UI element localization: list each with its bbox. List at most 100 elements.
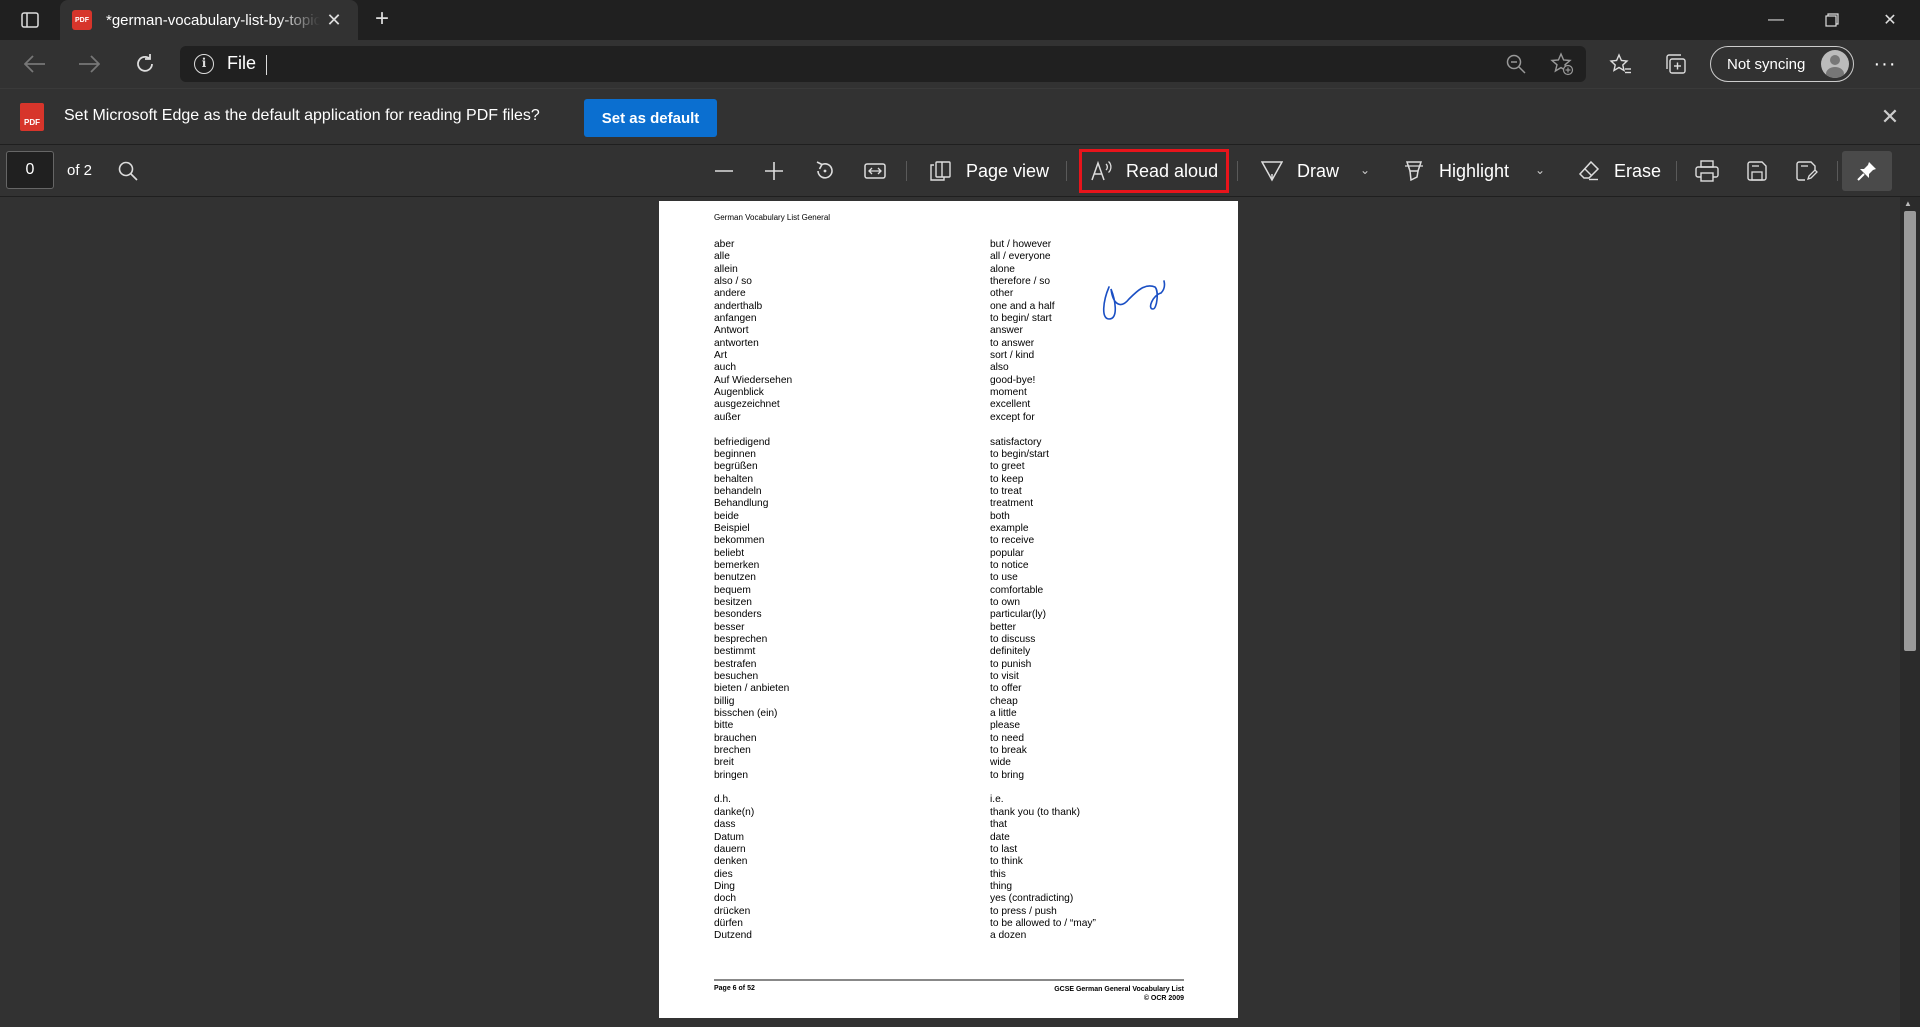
- toolbar-separator: [906, 161, 907, 181]
- address-bar[interactable]: i File: [180, 46, 1586, 82]
- active-tab[interactable]: PDF *german-vocabulary-list-by-topic ✕: [60, 0, 358, 40]
- vocab-entry: both: [990, 510, 1010, 522]
- vocab-entry: besser: [714, 621, 745, 633]
- toolbar-separator: [1237, 161, 1238, 181]
- draw-icon[interactable]: [1258, 157, 1286, 185]
- highlight-icon[interactable]: [1400, 157, 1428, 185]
- default-app-infobar: PDF Set Microsoft Edge as the default ap…: [0, 88, 1920, 145]
- page-footer-number: Page 6 of 52: [714, 985, 755, 992]
- save-icon[interactable]: [1743, 157, 1771, 185]
- page-view-button[interactable]: Page view: [966, 161, 1049, 182]
- vocab-entry: to think: [990, 856, 1023, 868]
- profile-sync-button[interactable]: Not syncing: [1710, 46, 1854, 82]
- vocab-entry: auch: [714, 362, 737, 374]
- vocab-entry: moment: [990, 387, 1027, 399]
- vocab-entry: to treat: [990, 485, 1022, 497]
- draw-options-chevron-icon[interactable]: ⌄: [1360, 163, 1370, 177]
- print-icon[interactable]: [1693, 157, 1721, 185]
- tab-actions-icon: [21, 12, 39, 28]
- page-total-label: of 2: [67, 162, 93, 179]
- vocab-entry: Art: [714, 350, 728, 362]
- tab-actions-button[interactable]: [10, 6, 50, 34]
- page-number-input[interactable]: [6, 151, 54, 189]
- vocab-entry: behalten: [714, 473, 754, 485]
- read-aloud-icon[interactable]: [1088, 157, 1116, 185]
- settings-more-button[interactable]: ···: [1868, 48, 1902, 80]
- vocab-entry: doch: [714, 893, 737, 905]
- vocab-entry: date: [990, 831, 1010, 843]
- vocab-entry: also / so: [714, 276, 752, 288]
- vocab-entry: billig: [714, 695, 735, 707]
- vertical-scrollbar[interactable]: ▲: [1900, 197, 1920, 1027]
- highlight-button[interactable]: Highlight: [1439, 161, 1509, 182]
- vocab-entry: Auf Wiedersehen: [714, 374, 793, 386]
- pin-toolbar-button[interactable]: [1842, 151, 1892, 191]
- vocab-entry: except for: [990, 411, 1035, 423]
- vocab-entry: Dutzend: [714, 930, 752, 942]
- fit-to-width-icon[interactable]: [861, 157, 889, 185]
- tab-close-icon[interactable]: ✕: [324, 10, 344, 30]
- rotate-icon[interactable]: [811, 157, 839, 185]
- address-text: File: [227, 53, 257, 73]
- zoom-in-button[interactable]: [760, 157, 788, 185]
- add-favorite-icon[interactable]: [1550, 52, 1574, 76]
- vocab-entry: danke(n): [714, 806, 755, 818]
- infobar-close-icon[interactable]: ✕: [1878, 105, 1902, 129]
- forward-arrow-icon: [79, 55, 100, 73]
- scroll-up-arrow-icon[interactable]: ▲: [1904, 199, 1912, 208]
- back-arrow-icon: [24, 55, 45, 73]
- english-translation-column: but / however all / everyone alone therefor…: [990, 239, 1096, 943]
- vocab-entry: cheap: [990, 695, 1018, 707]
- vocab-entry: to notice: [990, 559, 1029, 571]
- vocab-entry: to be allowed to / “may”: [990, 917, 1096, 929]
- save-as-icon[interactable]: [1793, 157, 1821, 185]
- vocab-entry: satisfactory: [990, 436, 1042, 448]
- footer-title-line: GCSE German General Vocabulary List: [1054, 986, 1184, 993]
- highlight-options-chevron-icon[interactable]: ⌄: [1535, 163, 1545, 177]
- zoom-out-button[interactable]: [710, 157, 738, 185]
- vocab-entry: Behandlung: [714, 498, 769, 510]
- scrollbar-thumb[interactable]: [1904, 211, 1916, 651]
- forward-button[interactable]: [72, 48, 106, 80]
- collections-button[interactable]: [1659, 48, 1693, 80]
- vocab-entry: sort / kind: [990, 350, 1035, 362]
- vocab-entry: excellent: [990, 399, 1031, 411]
- refresh-button[interactable]: [128, 48, 162, 80]
- vocab-entry: bemerken: [714, 559, 760, 571]
- back-button[interactable]: [18, 48, 52, 80]
- find-icon[interactable]: [114, 157, 142, 185]
- collections-icon: [1666, 54, 1686, 74]
- site-info-icon[interactable]: i: [194, 54, 214, 74]
- vocab-entry: that: [990, 819, 1007, 831]
- vocab-entry: therefore / so: [990, 276, 1051, 288]
- vocab-entry: bringen: [714, 769, 748, 781]
- minimize-button[interactable]: —: [1748, 0, 1804, 40]
- vocab-entry: besonders: [714, 609, 762, 621]
- eraser-icon[interactable]: [1575, 157, 1603, 185]
- close-window-button[interactable]: ✕: [1862, 0, 1918, 40]
- favorites-button[interactable]: [1604, 48, 1638, 80]
- vocab-entry: aber: [714, 239, 735, 250]
- draw-button[interactable]: Draw: [1297, 161, 1339, 182]
- vocab-entry: to greet: [990, 461, 1025, 473]
- vocab-entry: befriedigend: [714, 436, 771, 448]
- vocab-entry: breit: [714, 757, 734, 769]
- vocab-entry: definitely: [990, 646, 1031, 658]
- page-view-icon[interactable]: [927, 157, 955, 185]
- vocab-entry: besuchen: [714, 671, 759, 683]
- vocab-entry: bieten / anbieten: [714, 683, 790, 695]
- vocab-entry: popular: [990, 547, 1024, 559]
- vocab-entry: außer: [714, 411, 741, 423]
- vocab-entry: dass: [714, 819, 736, 831]
- read-aloud-button[interactable]: Read aloud: [1126, 161, 1218, 182]
- text-caret: [266, 55, 267, 75]
- set-as-default-button[interactable]: Set as default: [584, 99, 717, 137]
- zoom-out-icon[interactable]: [1504, 52, 1528, 76]
- pdf-page: German Vocabulary List General aber alle a…: [659, 201, 1238, 1018]
- vocab-entry: Augenblick: [714, 387, 764, 399]
- vocab-entry: a little: [990, 708, 1017, 720]
- new-tab-button[interactable]: +: [368, 6, 396, 34]
- restore-button[interactable]: [1804, 0, 1860, 40]
- vocab-entry: ausgezeichnet: [714, 399, 780, 411]
- erase-button[interactable]: Erase: [1614, 161, 1661, 182]
